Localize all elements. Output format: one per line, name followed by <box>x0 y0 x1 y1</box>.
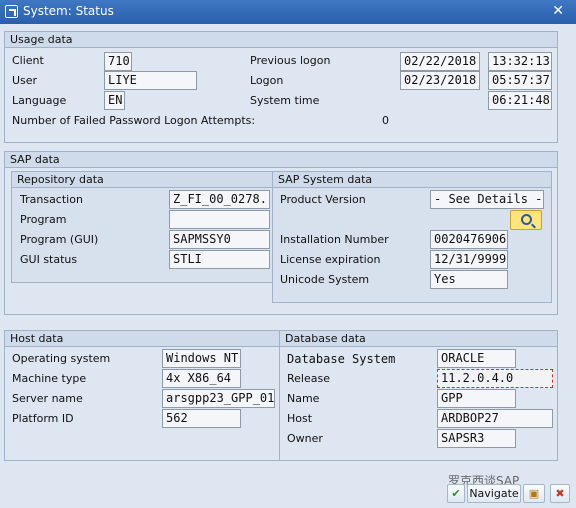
previous-logon-time[interactable]: 13:32:13 <box>488 52 552 71</box>
user-label: User <box>12 74 38 87</box>
confirm-button[interactable]: ✔ <box>447 484 465 503</box>
transaction-field[interactable]: Z_FI_00_0278... <box>169 190 270 209</box>
previous-logon-label: Previous logon <box>250 54 331 67</box>
program-label: Program <box>20 213 67 226</box>
language-field[interactable]: EN <box>104 91 125 110</box>
client-field[interactable]: 710 <box>104 52 132 71</box>
machine-type-label: Machine type <box>12 372 87 385</box>
cancel-button[interactable]: ✖ <box>550 484 570 503</box>
machine-type-field[interactable]: 4x X86_64 <box>162 369 241 388</box>
release-label: Release <box>287 372 330 385</box>
os-field[interactable]: Windows NT <box>162 349 241 368</box>
server-name-label: Server name <box>12 392 83 405</box>
gui-status-label: GUI status <box>20 253 78 266</box>
database-system-field[interactable]: ORACLE <box>437 349 516 368</box>
logon-time[interactable]: 05:57:37 <box>488 71 552 90</box>
platform-id-field[interactable]: 562 <box>162 409 241 428</box>
host-data-header: Host data <box>5 331 280 347</box>
db-name-label: Name <box>287 392 320 405</box>
navigate-button[interactable]: Navigate <box>467 484 521 503</box>
language-label: Language <box>12 94 67 107</box>
platform-id-label: Platform ID <box>12 412 74 425</box>
database-data-header: Database data <box>280 331 557 347</box>
logon-date[interactable]: 02/23/2018 <box>400 71 480 90</box>
sap-data-header: SAP data <box>5 152 557 168</box>
save-button[interactable]: ▣ <box>523 484 545 503</box>
system-time-label: System time <box>250 94 320 107</box>
magnifier-icon <box>521 214 532 225</box>
window-title: System: Status <box>23 4 114 18</box>
transaction-label: Transaction <box>20 193 83 206</box>
navigate-label: Navigate <box>469 487 519 500</box>
db-host-label: Host <box>287 412 313 425</box>
window-icon <box>5 5 18 18</box>
failed-logon-value: 0 <box>382 114 389 127</box>
unicode-system-field[interactable]: Yes <box>430 270 508 289</box>
system-time-field[interactable]: 06:21:48 <box>488 91 552 110</box>
close-icon[interactable]: ✕ <box>552 3 564 19</box>
db-owner-field[interactable]: SAPSR3 <box>437 429 516 448</box>
product-details-button[interactable] <box>510 210 542 230</box>
product-version-field[interactable]: - See Details - <box>430 190 544 209</box>
failed-logon-label: Number of Failed Password Logon Attempts… <box>12 114 256 127</box>
user-field[interactable]: LIYE <box>104 71 197 90</box>
repository-data-header: Repository data <box>12 172 273 188</box>
program-field[interactable] <box>169 210 270 229</box>
title-bar: System: Status ✕ <box>0 0 576 24</box>
logon-label: Logon <box>250 74 284 87</box>
installation-number-field[interactable]: 0020476906 <box>430 230 508 249</box>
os-label: Operating system <box>12 352 111 365</box>
program-gui-label: Program (GUI) <box>20 233 99 246</box>
database-system-label: Database System <box>287 352 396 366</box>
release-field[interactable]: 11.2.0.4.0 <box>437 369 553 388</box>
unicode-system-label: Unicode System <box>280 273 370 286</box>
installation-number-label: Installation Number <box>280 233 389 246</box>
db-owner-label: Owner <box>287 432 323 445</box>
server-name-field[interactable]: arsgpp23_GPP_01 <box>162 389 275 408</box>
gui-status-field[interactable]: STLI <box>169 250 270 269</box>
sap-system-data-header: SAP System data <box>273 172 551 188</box>
db-host-field[interactable]: ARDBOP27 <box>437 409 553 428</box>
product-version-label: Product Version <box>280 193 366 206</box>
db-name-field[interactable]: GPP <box>437 389 516 408</box>
program-gui-field[interactable]: SAPMSSY0 <box>169 230 270 249</box>
license-expiration-label: License expiration <box>280 253 381 266</box>
previous-logon-date[interactable]: 02/22/2018 <box>400 52 480 71</box>
usage-data-header: Usage data <box>5 32 557 48</box>
license-expiration-field[interactable]: 12/31/9999 <box>430 250 508 269</box>
client-label: Client <box>12 54 44 67</box>
